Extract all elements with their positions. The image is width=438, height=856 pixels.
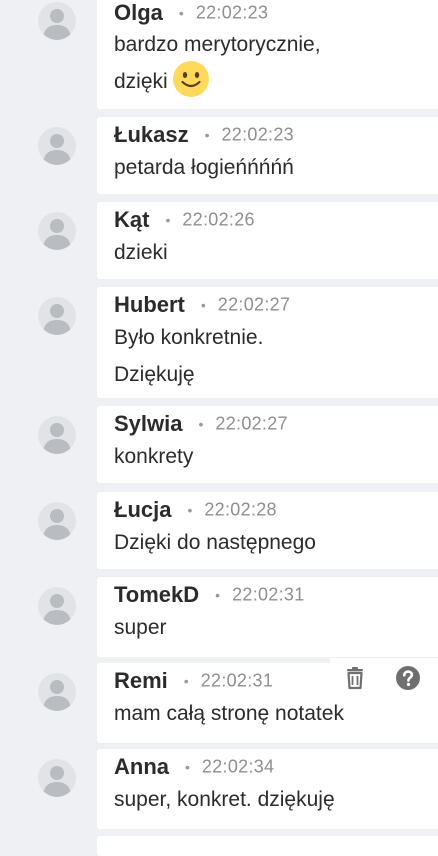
message-card: Sylwia • 22:02:27 konkrety — [97, 406, 438, 483]
separator-dot: • — [198, 416, 204, 432]
message-text-line: Dziękuję — [114, 363, 195, 386]
author-name[interactable]: Kąt — [114, 207, 149, 232]
message-row: Hubert • 22:02:27 Było konkretnie. Dziękuję — [0, 287, 438, 398]
timestamp: 22:02:23 — [195, 2, 269, 23]
message-header: Olga • 22:02:23 — [114, 0, 268, 30]
timestamp: 22:02:31 — [200, 670, 274, 691]
avatar[interactable] — [38, 2, 76, 40]
user-silhouette-icon — [43, 304, 71, 335]
message-text: super — [114, 611, 167, 645]
separator-dot: • — [185, 759, 190, 775]
author-name[interactable]: Anna — [114, 754, 169, 779]
message-header: Hubert • 22:02:27 — [114, 292, 290, 322]
separator-dot: • — [165, 212, 171, 228]
message-text-line: super — [114, 616, 167, 639]
avatar[interactable] — [38, 416, 76, 454]
user-silhouette-icon — [43, 134, 71, 165]
message-text-line: konkrety — [114, 445, 194, 468]
separator-dot: • — [183, 673, 189, 689]
message-card: TomekD • 22:02:31 super — [97, 577, 438, 657]
message-card: Łukasz • 22:02:23 petarda łogieńńńńń — [97, 117, 438, 194]
trash-icon[interactable] — [342, 665, 368, 691]
message-row: Łukasz • 22:02:23 petarda łogieńńńńń — [0, 117, 438, 194]
message-text: dzięki — [114, 61, 210, 99]
avatar[interactable] — [38, 502, 76, 540]
message-text: Było konkretnie. — [114, 321, 263, 355]
user-silhouette-icon — [43, 9, 71, 40]
message-text-line: dzięki — [114, 70, 168, 93]
message-text-line: Dzięki do następnego — [114, 531, 316, 554]
message-card: Hubert • 22:02:27 Było konkretnie. Dziękuję — [97, 287, 438, 398]
author-name[interactable]: Hubert — [114, 292, 185, 317]
message-header: Remi • 22:02:31 — [114, 668, 273, 698]
author-name[interactable]: Łukasz — [114, 122, 189, 147]
avatar[interactable] — [38, 127, 76, 165]
smiling-face-emoji-icon — [172, 60, 210, 98]
message-header: Kąt • 22:02:26 — [114, 207, 255, 237]
chat-message-list: Olga • 22:02:23 bardzo merytorycznie, dzięki… — [0, 0, 438, 856]
message-row: Łucja • 22:02:28 Dzięki do następnego — [0, 492, 438, 569]
timestamp: 22:02:34 — [201, 756, 275, 777]
message-text: dzieki — [114, 236, 168, 270]
message-text: Dziękuję — [114, 358, 195, 392]
message-text: Dzięki do następnego — [114, 526, 316, 560]
user-silhouette-icon — [43, 594, 71, 625]
author-name[interactable]: Olga — [114, 0, 163, 25]
user-silhouette-icon — [43, 509, 71, 540]
message-row: Olga • 22:02:23 bardzo merytorycznie, dzięki — [0, 0, 438, 109]
message-row: TomekD • 22:02:31 super — [0, 577, 438, 657]
message-header: Łukasz • 22:02:23 — [114, 122, 294, 152]
separator-dot: • — [187, 502, 193, 518]
message-header: Łucja • 22:02:28 — [114, 497, 277, 527]
message-header: Anna • 22:02:34 — [114, 754, 274, 784]
message-text-line: super, konkret. dziękuję — [114, 788, 335, 811]
avatar[interactable] — [38, 759, 76, 797]
timestamp: 22:02:23 — [221, 124, 294, 145]
user-silhouette-icon — [43, 423, 71, 454]
message-card: Olga • 22:02:23 bardzo merytorycznie, dzięki — [97, 0, 438, 109]
message-row: Anna • 22:02:34 super, konkret. dziękuję — [0, 749, 438, 829]
message-text: konkrety — [114, 440, 193, 474]
user-silhouette-icon — [43, 766, 71, 797]
message-text-line: bardzo merytorycznie, — [114, 33, 321, 56]
timestamp: 22:02:26 — [182, 209, 255, 230]
user-silhouette-icon — [43, 680, 71, 711]
separator-dot: • — [178, 5, 184, 21]
message-text-line: petarda łogieńńńńń — [114, 156, 294, 179]
message-text-line: mam całą stronę notatek — [114, 702, 344, 725]
message-header: TomekD • 22:02:31 — [114, 582, 305, 612]
message-text: super, konkret. dziękuję — [114, 783, 335, 817]
author-name[interactable]: TomekD — [114, 582, 199, 607]
message-header: Sylwia • 22:02:27 — [114, 411, 288, 441]
message-card — [97, 836, 438, 856]
separator-dot: • — [204, 127, 210, 143]
message-text-line: dzieki — [114, 241, 168, 264]
message-row: Sylwia • 22:02:27 konkrety — [0, 406, 438, 483]
message-text-line: Było konkretnie. — [114, 326, 264, 349]
avatar[interactable] — [38, 587, 76, 625]
message-card: Kąt • 22:02:26 dzieki — [97, 202, 438, 279]
timestamp: 22:02:31 — [232, 584, 305, 605]
message-text: mam całą stronę notatek — [114, 697, 344, 731]
help-circle-icon[interactable] — [395, 665, 421, 691]
timestamp: 22:02:27 — [217, 294, 291, 315]
timestamp: 22:02:27 — [215, 413, 288, 434]
message-hover-actions — [330, 658, 438, 698]
message-card: Łucja • 22:02:28 Dzięki do następnego — [97, 492, 438, 569]
separator-dot: • — [215, 587, 221, 603]
message-text: bardzo merytorycznie, — [114, 28, 321, 62]
message-card: Anna • 22:02:34 super, konkret. dziękuję — [97, 749, 438, 829]
author-name[interactable]: Łucja — [114, 497, 171, 522]
avatar[interactable] — [38, 673, 76, 711]
timestamp: 22:02:28 — [204, 499, 277, 520]
message-text: petarda łogieńńńńń — [114, 151, 294, 185]
avatar[interactable] — [38, 212, 76, 250]
separator-dot: • — [200, 297, 206, 313]
message-row: Kąt • 22:02:26 dzieki — [0, 202, 438, 279]
author-name[interactable]: Sylwia — [114, 411, 182, 436]
user-silhouette-icon — [43, 219, 71, 250]
author-name[interactable]: Remi — [114, 668, 168, 693]
avatar[interactable] — [38, 297, 76, 335]
